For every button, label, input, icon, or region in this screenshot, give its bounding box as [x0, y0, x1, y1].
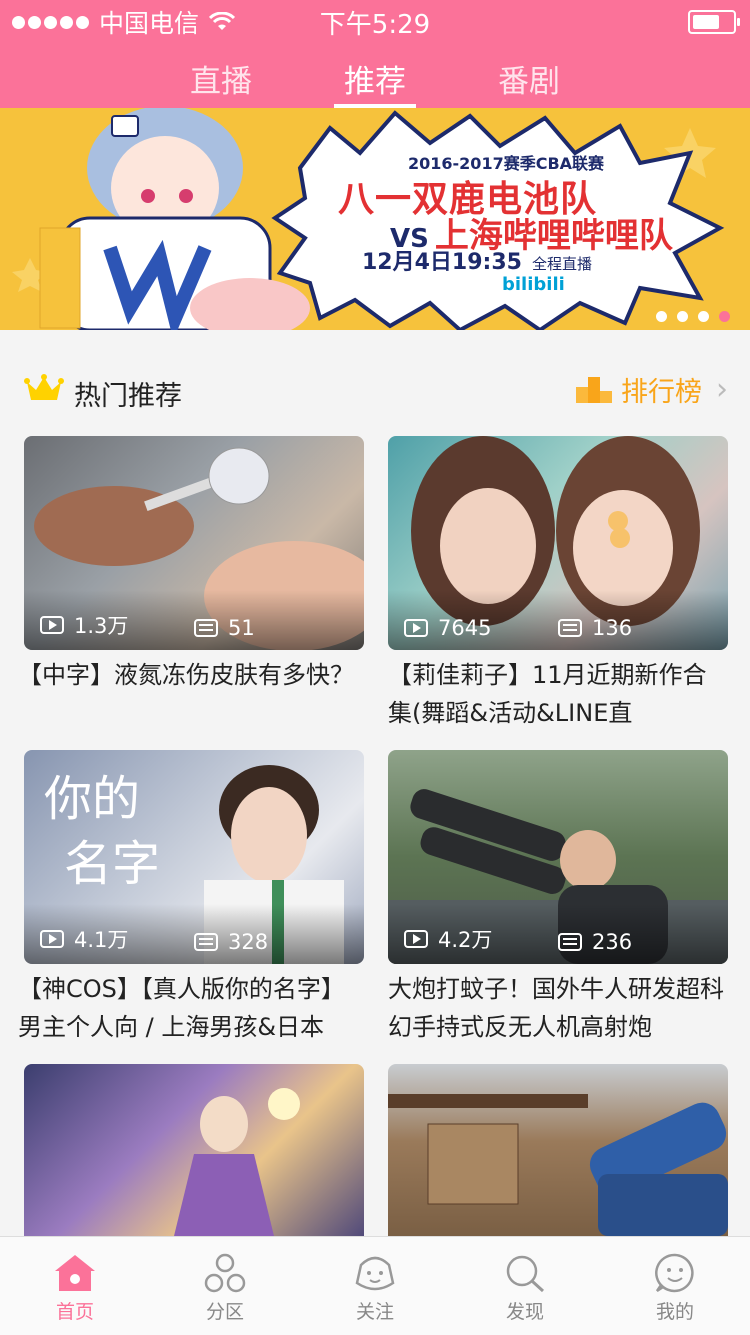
video-thumbnail[interactable]: [24, 1064, 364, 1236]
nav-follow[interactable]: 关注: [300, 1237, 450, 1335]
podium-icon: [576, 376, 612, 403]
banner-time: 12月4日19:35 全程直播: [362, 244, 592, 276]
video-title[interactable]: 【中字】液氮冻伤皮肤有多快？: [18, 656, 364, 732]
video-thumbnail[interactable]: [388, 1064, 728, 1236]
chevron-right-icon: ›: [716, 372, 728, 407]
hot-section-header: 热门推荐 排行榜 ›: [0, 330, 750, 434]
danmaku-count: 136: [558, 616, 632, 640]
play-icon: [40, 616, 64, 634]
search-icon: [506, 1255, 545, 1293]
danmaku-count-value: 328: [228, 930, 269, 954]
top-bar: 中国电信 下午5:29 直播 推荐 番剧: [0, 0, 750, 108]
video-card[interactable]: 7645 136 【莉佳莉子】11月近期新作合集(舞蹈&活动&LINE直: [388, 436, 728, 732]
danmaku-icon: [194, 619, 218, 637]
play-count: 4.2万: [404, 924, 492, 954]
video-thumbnail[interactable]: 7645 136: [388, 436, 728, 650]
pager-dot[interactable]: [698, 311, 709, 322]
video-thumbnail[interactable]: 1.3万 51: [24, 436, 364, 650]
danmaku-count-value: 236: [592, 930, 633, 954]
tab-bangumi[interactable]: 番剧: [492, 50, 566, 108]
follow-icon: [355, 1256, 395, 1291]
banner-time-label: 12月4日19:35: [362, 250, 522, 275]
video-thumbnail[interactable]: 你的 名字 4.1万 328: [24, 750, 364, 964]
top-tabs: 直播 推荐 番剧: [0, 50, 750, 108]
banner-pager: [656, 311, 730, 322]
video-card[interactable]: 1.3万 51 【中字】液氮冻伤皮肤有多快？: [18, 436, 364, 732]
pager-dot[interactable]: [677, 311, 688, 322]
danmaku-count: 236: [558, 930, 632, 954]
nav-profile-label: 我的: [655, 1301, 694, 1323]
nav-category[interactable]: 分区: [150, 1237, 300, 1335]
home-icon: [55, 1255, 95, 1291]
rank-label: 排行榜: [621, 377, 702, 408]
play-count: 4.1万: [40, 924, 128, 954]
section-title: 热门推荐: [74, 381, 182, 412]
nav-profile[interactable]: 我的: [600, 1237, 750, 1335]
pager-dot-active[interactable]: [719, 311, 730, 322]
play-count: 7645: [404, 616, 491, 640]
battery-icon: [688, 10, 740, 34]
rank-button[interactable]: 排行榜 ›: [575, 370, 728, 409]
play-count-value: 1.3万: [74, 614, 129, 638]
category-icon: [204, 1253, 246, 1293]
nav-home-label: 首页: [55, 1301, 94, 1323]
tab-recommend[interactable]: 推荐: [334, 50, 416, 108]
banner-note: 全程直播: [531, 255, 592, 273]
nav-discover[interactable]: 发现: [450, 1237, 600, 1335]
nav-discover-label: 发现: [505, 1301, 544, 1323]
danmaku-count: 328: [194, 930, 268, 954]
danmaku-icon: [558, 933, 582, 951]
danmaku-count: 51: [194, 616, 255, 640]
thumbnail-text: 名字: [64, 836, 160, 892]
video-card[interactable]: 4.2万 236 大炮打蚊子！国外牛人研发超科幻手持式反无人机高射炮: [388, 750, 728, 1046]
play-count-value: 7645: [438, 616, 492, 640]
video-card[interactable]: [24, 1064, 364, 1236]
nav-home[interactable]: 首页: [0, 1237, 150, 1335]
play-icon: [404, 930, 428, 948]
play-count-value: 4.2万: [438, 928, 493, 952]
video-card[interactable]: [388, 1064, 728, 1236]
bilibili-logo: bilibili: [502, 274, 565, 295]
video-title[interactable]: 【莉佳莉子】11月近期新作合集(舞蹈&活动&LINE直: [388, 656, 728, 732]
danmaku-icon: [194, 933, 218, 951]
play-count: 1.3万: [40, 610, 128, 640]
tab-live[interactable]: 直播: [184, 50, 258, 108]
status-time: 下午5:29: [319, 10, 431, 40]
profile-icon: [655, 1253, 694, 1293]
thumbnail-text: 你的: [44, 771, 140, 827]
play-icon: [404, 619, 428, 637]
nav-category-label: 分区: [205, 1301, 244, 1323]
thumbnail-art: [174, 1088, 300, 1236]
video-title[interactable]: 大炮打蚊子！国外牛人研发超科幻手持式反无人机高射炮: [388, 970, 728, 1046]
video-card[interactable]: 你的 名字 4.1万 328 【神COS】【真人版你的名字】男主个人向 / 上海…: [18, 750, 364, 1046]
thumbnail-art: [388, 1094, 728, 1236]
nav-follow-label: 关注: [355, 1301, 394, 1323]
play-count-value: 4.1万: [74, 928, 129, 952]
video-title[interactable]: 【神COS】【真人版你的名字】男主个人向 / 上海男孩&日本: [18, 970, 364, 1046]
danmaku-icon: [558, 619, 582, 637]
crown-icon: [24, 374, 64, 400]
play-icon: [40, 930, 64, 948]
promo-banner[interactable]: 2016-2017赛季CBA联赛 八一双鹿电池队 VS 上海哔哩哔哩队 12月4日…: [0, 108, 750, 330]
pager-dot[interactable]: [656, 311, 667, 322]
danmaku-count-value: 51: [228, 616, 255, 640]
status-bar: 中国电信 下午5:29: [0, 0, 750, 40]
danmaku-count-value: 136: [592, 616, 633, 640]
bottom-nav: 首页 分区 关注 发现 我的: [0, 1236, 750, 1335]
video-thumbnail[interactable]: 4.2万 236: [388, 750, 728, 964]
